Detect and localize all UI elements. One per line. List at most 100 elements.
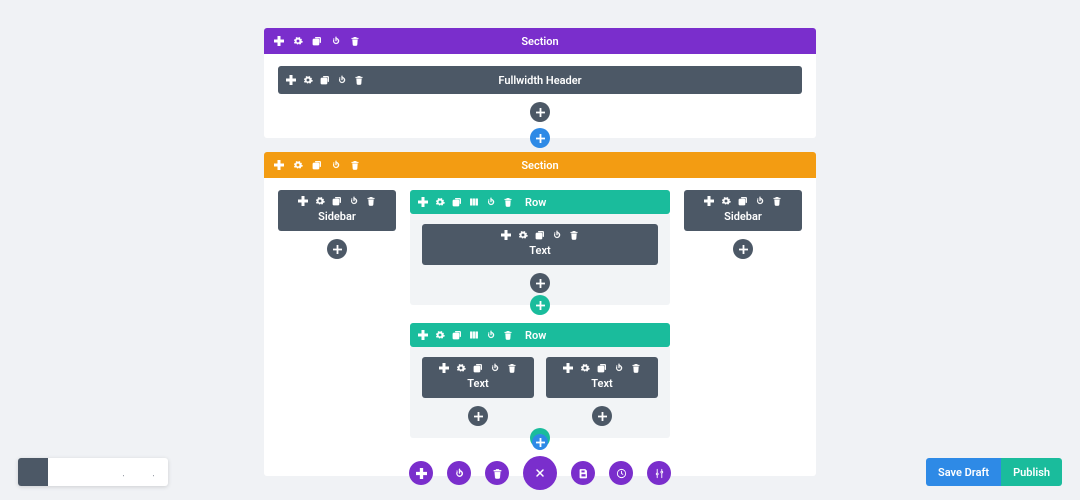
add-icon[interactable] bbox=[286, 75, 296, 85]
settings-button[interactable] bbox=[647, 461, 671, 485]
row-label: Row bbox=[525, 196, 546, 209]
save-draft-label: Save Draft bbox=[938, 466, 989, 479]
module-sidebar-left[interactable]: Sidebar bbox=[278, 190, 396, 231]
column-left: Sidebar bbox=[278, 190, 396, 448]
add-page-button[interactable] bbox=[409, 461, 433, 485]
add-module-button[interactable] bbox=[530, 273, 550, 293]
row-label: Row bbox=[525, 329, 546, 342]
gear-icon[interactable] bbox=[456, 363, 466, 373]
power-icon[interactable] bbox=[331, 36, 341, 46]
row-2: Row bbox=[410, 323, 670, 438]
gear-icon[interactable] bbox=[518, 230, 528, 240]
duplicate-icon[interactable] bbox=[312, 160, 322, 170]
builder-canvas: Section Fullwidth Header bbox=[264, 0, 816, 476]
add-icon[interactable] bbox=[418, 197, 428, 207]
add-module-button[interactable] bbox=[530, 102, 550, 122]
publish-label: Publish bbox=[1013, 466, 1050, 479]
phone-view-button[interactable] bbox=[138, 458, 168, 486]
row-bar[interactable]: Row bbox=[410, 190, 670, 214]
module-text[interactable]: Text bbox=[422, 224, 658, 265]
module-fullwidth-header[interactable]: Fullwidth Header bbox=[278, 66, 802, 94]
desktop-view-button[interactable] bbox=[78, 458, 108, 486]
columns-icon[interactable] bbox=[469, 197, 479, 207]
gear-icon[interactable] bbox=[435, 197, 445, 207]
power-icon[interactable] bbox=[614, 363, 624, 373]
section-bar[interactable]: Section bbox=[264, 28, 816, 54]
power-icon[interactable] bbox=[349, 196, 359, 206]
add-icon[interactable] bbox=[563, 363, 573, 373]
add-icon[interactable] bbox=[704, 196, 714, 206]
gear-icon[interactable] bbox=[435, 330, 445, 340]
add-icon[interactable] bbox=[274, 160, 284, 170]
trash-icon[interactable] bbox=[507, 363, 517, 373]
save-draft-button[interactable]: Save Draft bbox=[926, 458, 1001, 486]
power-icon[interactable] bbox=[337, 75, 347, 85]
row-bar[interactable]: Row bbox=[410, 323, 670, 347]
duplicate-icon[interactable] bbox=[332, 196, 342, 206]
trash-icon[interactable] bbox=[350, 160, 360, 170]
section-body: Sidebar bbox=[264, 178, 816, 476]
gear-icon[interactable] bbox=[315, 196, 325, 206]
module-label: Fullwidth Header bbox=[498, 74, 581, 87]
page-toolbar bbox=[409, 456, 671, 490]
duplicate-icon[interactable] bbox=[535, 230, 545, 240]
add-module-button[interactable] bbox=[592, 406, 612, 426]
duplicate-icon[interactable] bbox=[597, 363, 607, 373]
row-body: Text bbox=[410, 214, 670, 305]
power-icon[interactable] bbox=[552, 230, 562, 240]
power-icon[interactable] bbox=[486, 330, 496, 340]
duplicate-icon[interactable] bbox=[320, 75, 330, 85]
tablet-view-button[interactable] bbox=[108, 458, 138, 486]
add-icon[interactable] bbox=[274, 36, 284, 46]
trash-icon[interactable] bbox=[772, 196, 782, 206]
module-text[interactable]: Text bbox=[422, 357, 534, 398]
history-button[interactable] bbox=[609, 461, 633, 485]
publish-button[interactable]: Publish bbox=[1001, 458, 1062, 486]
section-bar[interactable]: Section bbox=[264, 152, 816, 178]
trash-icon[interactable] bbox=[503, 197, 513, 207]
add-icon[interactable] bbox=[439, 363, 449, 373]
add-module-button[interactable] bbox=[327, 239, 347, 259]
duplicate-icon[interactable] bbox=[738, 196, 748, 206]
add-module-button[interactable] bbox=[733, 239, 753, 259]
add-icon[interactable] bbox=[418, 330, 428, 340]
add-section-button[interactable] bbox=[530, 128, 550, 148]
trash-icon[interactable] bbox=[354, 75, 364, 85]
trash-icon[interactable] bbox=[366, 196, 376, 206]
power-icon[interactable] bbox=[486, 197, 496, 207]
trash-icon[interactable] bbox=[631, 363, 641, 373]
zoom-button[interactable] bbox=[48, 458, 78, 486]
columns-icon[interactable] bbox=[469, 330, 479, 340]
close-builder-button[interactable] bbox=[523, 456, 557, 490]
power-icon[interactable] bbox=[490, 363, 500, 373]
gear-icon[interactable] bbox=[721, 196, 731, 206]
duplicate-icon[interactable] bbox=[452, 197, 462, 207]
add-icon[interactable] bbox=[298, 196, 308, 206]
row-body: Text bbox=[410, 347, 670, 438]
trash-icon[interactable] bbox=[350, 36, 360, 46]
duplicate-icon[interactable] bbox=[473, 363, 483, 373]
trash-icon[interactable] bbox=[503, 330, 513, 340]
add-section-button[interactable] bbox=[532, 434, 548, 450]
duplicate-icon[interactable] bbox=[452, 330, 462, 340]
power-button[interactable] bbox=[447, 461, 471, 485]
gear-icon[interactable] bbox=[293, 36, 303, 46]
gear-icon[interactable] bbox=[303, 75, 313, 85]
add-icon[interactable] bbox=[501, 230, 511, 240]
trash-button[interactable] bbox=[485, 461, 509, 485]
module-text[interactable]: Text bbox=[546, 357, 658, 398]
duplicate-icon[interactable] bbox=[312, 36, 322, 46]
section-purple: Section Fullwidth Header bbox=[264, 28, 816, 138]
power-icon[interactable] bbox=[755, 196, 765, 206]
module-sidebar-right[interactable]: Sidebar bbox=[684, 190, 802, 231]
column-b: Text bbox=[546, 357, 658, 426]
add-row-button[interactable] bbox=[530, 295, 550, 315]
wireframe-view-button[interactable] bbox=[18, 458, 48, 486]
trash-icon[interactable] bbox=[569, 230, 579, 240]
gear-icon[interactable] bbox=[293, 160, 303, 170]
module-label: Text bbox=[422, 240, 658, 265]
save-button[interactable] bbox=[571, 461, 595, 485]
power-icon[interactable] bbox=[331, 160, 341, 170]
gear-icon[interactable] bbox=[580, 363, 590, 373]
add-module-button[interactable] bbox=[468, 406, 488, 426]
